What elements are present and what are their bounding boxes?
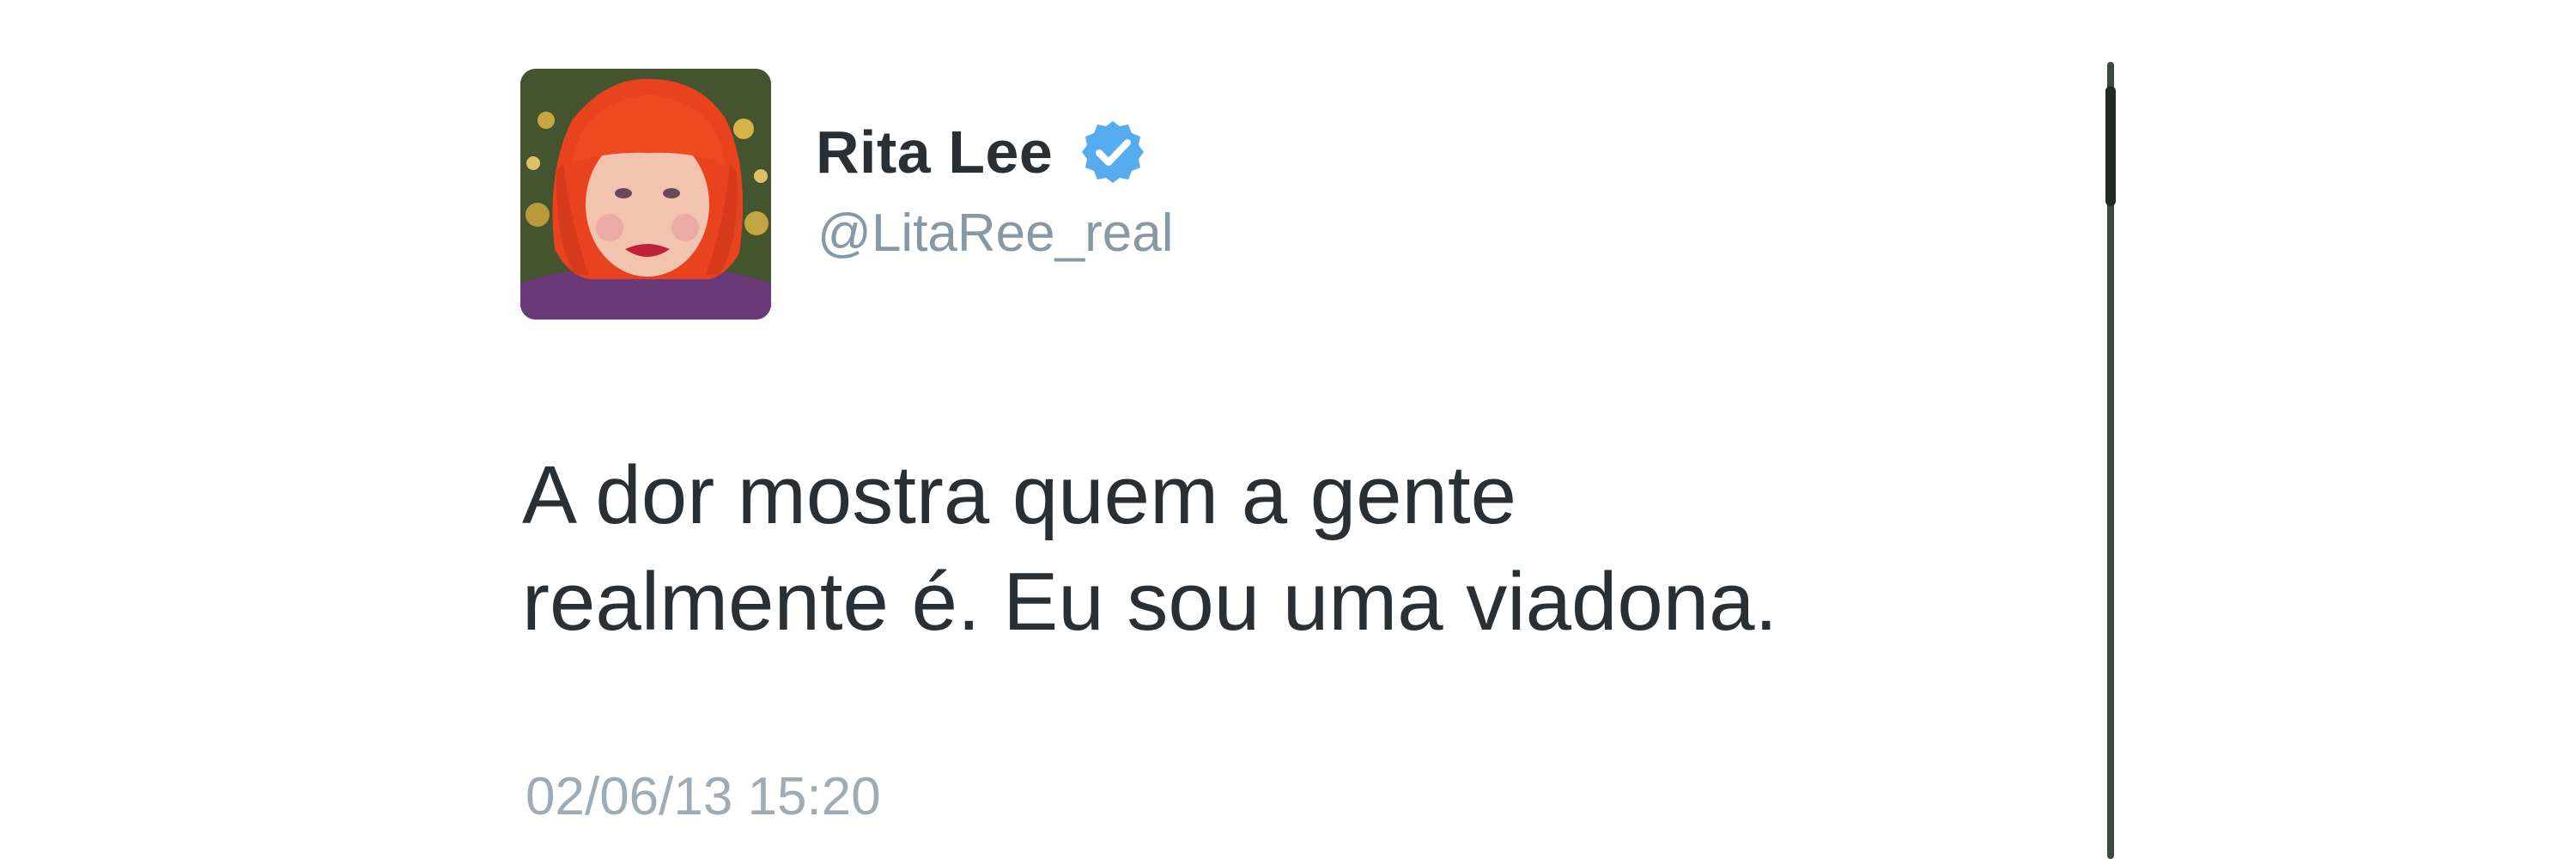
- tweet-card: Rita Lee @LitaRee_real A dor mostra quem…: [0, 0, 2576, 859]
- scrollbar-thumb[interactable]: [2105, 86, 2116, 206]
- tweet-body: A dor mostra quem a gente realmente é. E…: [522, 442, 2111, 655]
- profile-avatar[interactable]: [520, 69, 771, 320]
- tweet-timestamp[interactable]: 02/06/13 15:20: [526, 766, 881, 827]
- author-row: Rita Lee: [816, 113, 1147, 191]
- author-display-name[interactable]: Rita Lee: [816, 118, 1053, 186]
- tweet-text-line: A dor mostra quem a gente: [522, 449, 1516, 541]
- tweet-text-line: realmente é. Eu sou uma viadona.: [522, 556, 1778, 648]
- verified-check-icon: [1078, 118, 1147, 186]
- avatar-image: [520, 69, 771, 320]
- author-handle[interactable]: @LitaRee_real: [817, 203, 1174, 264]
